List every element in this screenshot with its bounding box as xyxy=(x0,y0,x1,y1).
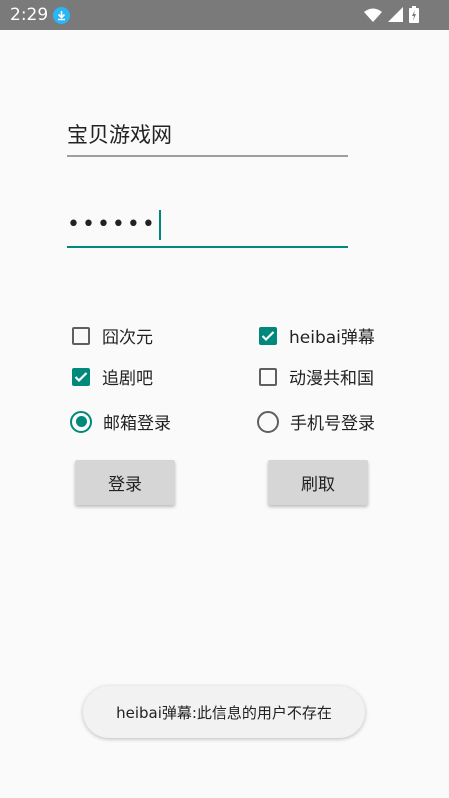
username-underline xyxy=(67,155,348,157)
password-underline xyxy=(67,246,348,248)
checkbox-zhuijuba[interactable]: 追剧吧 xyxy=(72,364,153,389)
signal-icon xyxy=(388,7,403,26)
password-field[interactable]: •••••• xyxy=(67,210,348,248)
radio-selected-icon xyxy=(70,410,92,433)
checkbox-label: heibai弹幕 xyxy=(289,328,375,348)
checkbox-unchecked-icon xyxy=(72,326,90,345)
battery-icon xyxy=(409,6,419,27)
checkbox-checked-icon xyxy=(72,367,90,386)
username-field[interactable]: 宝贝游戏网 xyxy=(67,121,348,157)
password-value: •••••• xyxy=(67,212,157,237)
username-value: 宝贝游戏网 xyxy=(67,123,172,147)
refresh-button[interactable]: 刷取 xyxy=(268,460,368,505)
checkbox-heibai[interactable]: heibai弹幕 xyxy=(259,323,375,348)
checkbox-label: 囧次元 xyxy=(102,328,153,348)
radio-label: 手机号登录 xyxy=(290,414,375,434)
checkbox-label: 动漫共和国 xyxy=(289,369,374,389)
checkbox-unchecked-icon xyxy=(259,367,277,386)
toast-message: heibai弹幕:此信息的用户不存在 xyxy=(83,686,365,738)
status-bar: 2:29 xyxy=(0,0,449,30)
wifi-icon xyxy=(364,7,382,26)
status-time: 2:29 xyxy=(10,5,49,25)
checkbox-label: 追剧吧 xyxy=(102,369,153,389)
checkbox-jiongciyuan[interactable]: 囧次元 xyxy=(72,323,153,348)
checkbox-checked-icon xyxy=(259,326,277,345)
text-cursor xyxy=(158,210,161,240)
login-button[interactable]: 登录 xyxy=(75,460,175,505)
checkbox-dongman[interactable]: 动漫共和国 xyxy=(259,364,374,389)
radio-email-login[interactable]: 邮箱登录 xyxy=(70,409,171,434)
download-icon xyxy=(53,7,70,24)
radio-phone-login[interactable]: 手机号登录 xyxy=(257,409,375,434)
radio-label: 邮箱登录 xyxy=(103,414,171,434)
toast-text: heibai弹幕:此信息的用户不存在 xyxy=(116,703,332,722)
radio-unselected-icon xyxy=(257,410,279,433)
